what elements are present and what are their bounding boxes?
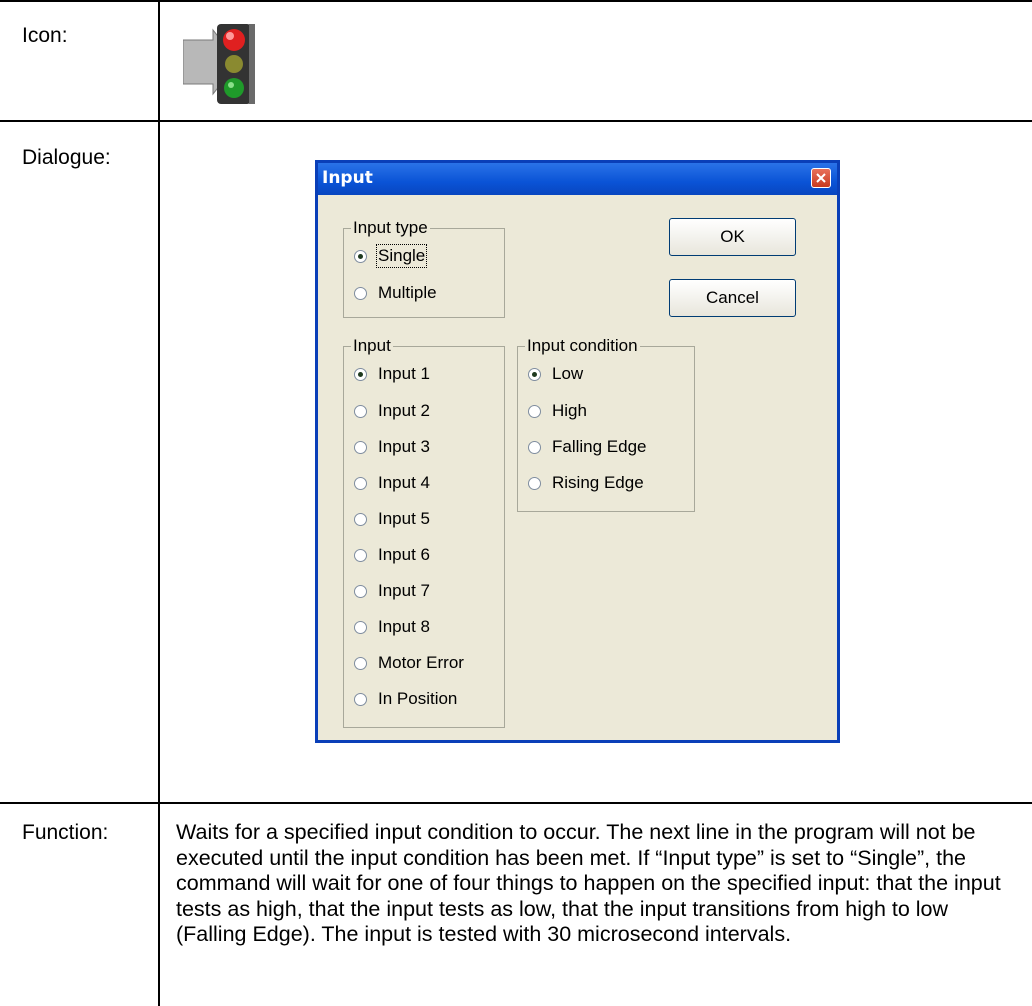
radio-button[interactable] (354, 404, 367, 418)
input-type-group: Input type Single Multiple (343, 218, 505, 318)
radio-input-6[interactable]: Input 6 (354, 543, 430, 567)
radio-button[interactable] (528, 367, 541, 381)
row-divider (0, 802, 1032, 804)
radio-input-2[interactable]: Input 2 (354, 399, 430, 423)
input-group: Input Input 1 Input 2 Input 3 Input 4 In… (343, 336, 505, 728)
radio-button[interactable] (528, 476, 541, 490)
radio-label: Input 2 (378, 401, 430, 420)
radio-label: Input 8 (378, 617, 430, 636)
radio-rising-edge[interactable]: Rising Edge (528, 471, 644, 495)
radio-input-8[interactable]: Input 8 (354, 615, 430, 639)
close-button[interactable] (811, 168, 831, 188)
radio-label: Input 4 (378, 473, 430, 492)
radio-motor-error[interactable]: Motor Error (354, 651, 464, 675)
radio-label: Low (552, 364, 584, 383)
radio-label: Multiple (378, 283, 437, 302)
radio-label: Input 3 (378, 437, 430, 456)
radio-label: Falling Edge (552, 437, 647, 456)
radio-low[interactable]: Low (528, 362, 583, 386)
document-page: Icon: Dialogue: Function: Input Input ty… (0, 0, 1032, 1006)
radio-label: Input 7 (378, 581, 430, 600)
ok-button[interactable]: OK (669, 218, 796, 256)
row-divider (0, 120, 1032, 122)
radio-button[interactable] (354, 692, 367, 706)
radio-label: Motor Error (378, 653, 464, 672)
traffic-light-icon (182, 22, 263, 106)
radio-button[interactable] (528, 440, 541, 454)
radio-input-5[interactable]: Input 5 (354, 507, 430, 531)
row-label-dialogue: Dialogue: (22, 146, 111, 169)
radio-button[interactable] (354, 476, 367, 490)
table-border-top (0, 0, 1032, 2)
radio-button[interactable] (354, 548, 367, 562)
radio-label: Input 5 (378, 509, 430, 528)
radio-in-position[interactable]: In Position (354, 687, 457, 711)
radio-label: Single (375, 244, 428, 268)
input-condition-group: Input condition Low High Falling Edge Ri… (517, 336, 695, 512)
function-description: Waits for a specified input condition to… (176, 820, 1001, 946)
radio-button[interactable] (528, 404, 541, 418)
input-title: Input (351, 336, 393, 356)
radio-input-3[interactable]: Input 3 (354, 435, 430, 459)
input-type-title: Input type (351, 218, 430, 238)
dialog-title: Input (322, 168, 373, 188)
close-icon (816, 173, 826, 183)
radio-label: Input 1 (378, 364, 430, 383)
radio-button[interactable] (354, 367, 367, 381)
column-divider (158, 0, 160, 1006)
radio-falling-edge[interactable]: Falling Edge (528, 435, 647, 459)
input-condition-title: Input condition (525, 336, 640, 356)
radio-button[interactable] (354, 249, 367, 263)
radio-button[interactable] (354, 656, 367, 670)
radio-label: In Position (378, 689, 458, 708)
radio-label: High (552, 401, 587, 420)
radio-button[interactable] (354, 440, 367, 454)
radio-multiple[interactable]: Multiple (354, 281, 437, 305)
radio-input-4[interactable]: Input 4 (354, 471, 430, 495)
radio-button[interactable] (354, 584, 367, 598)
row-label-icon: Icon: (22, 24, 68, 47)
cancel-button[interactable]: Cancel (669, 279, 796, 317)
radio-input-1[interactable]: Input 1 (354, 362, 430, 386)
input-dialog: Input Input type Single Multiple OK Canc… (315, 160, 840, 743)
radio-single[interactable]: Single (354, 244, 428, 268)
radio-button[interactable] (354, 286, 367, 300)
radio-label: Input 6 (378, 545, 430, 564)
row-label-function: Function: (22, 821, 109, 844)
dialog-titlebar[interactable]: Input (318, 163, 837, 195)
radio-label: Rising Edge (552, 473, 644, 492)
radio-button[interactable] (354, 620, 367, 634)
radio-high[interactable]: High (528, 399, 587, 423)
radio-button[interactable] (354, 512, 367, 526)
radio-input-7[interactable]: Input 7 (354, 579, 430, 603)
